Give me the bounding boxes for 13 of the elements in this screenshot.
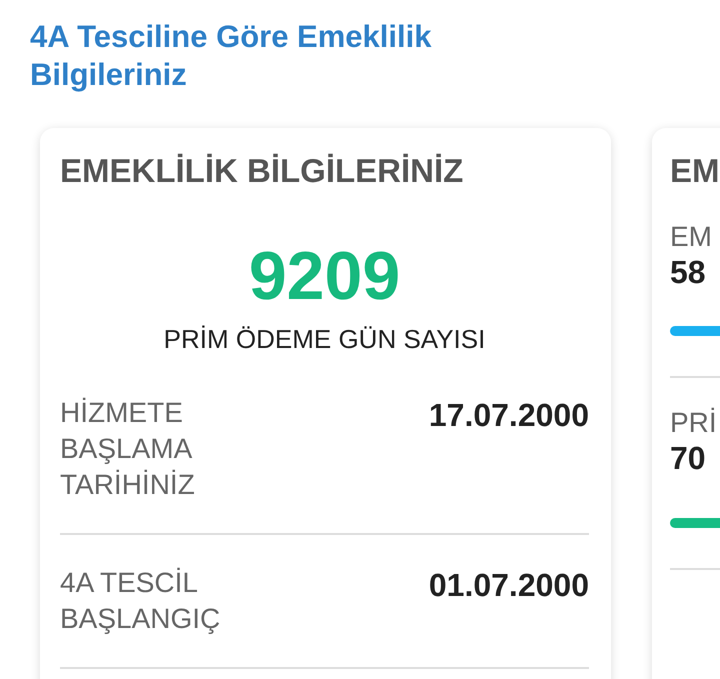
page-title: 4A Tesciline Göre Emeklilik Bilgileriniz (29, 18, 432, 94)
card-heading: EMEKLİLİK BİLGİLERİNİZ (60, 151, 464, 191)
total-days: 9209 (60, 236, 589, 316)
total-days-label: PRİM ÖDEME GÜN SAYISI (162, 324, 486, 355)
info-label: EM (670, 220, 713, 254)
info-label: 4A TESCİL BAŞLANGIÇ (60, 566, 222, 636)
info-value: 17.07.2000 (428, 396, 589, 435)
info-value: 01.07.2000 (428, 566, 589, 605)
info-label: PRİ (670, 406, 718, 440)
info-value: 58 (670, 254, 707, 290)
card-heading: EM (670, 151, 720, 191)
info-label: HİZMETE BAŞLAMA TARİHİNİZ (60, 396, 196, 502)
info-value: 70 (670, 440, 707, 476)
